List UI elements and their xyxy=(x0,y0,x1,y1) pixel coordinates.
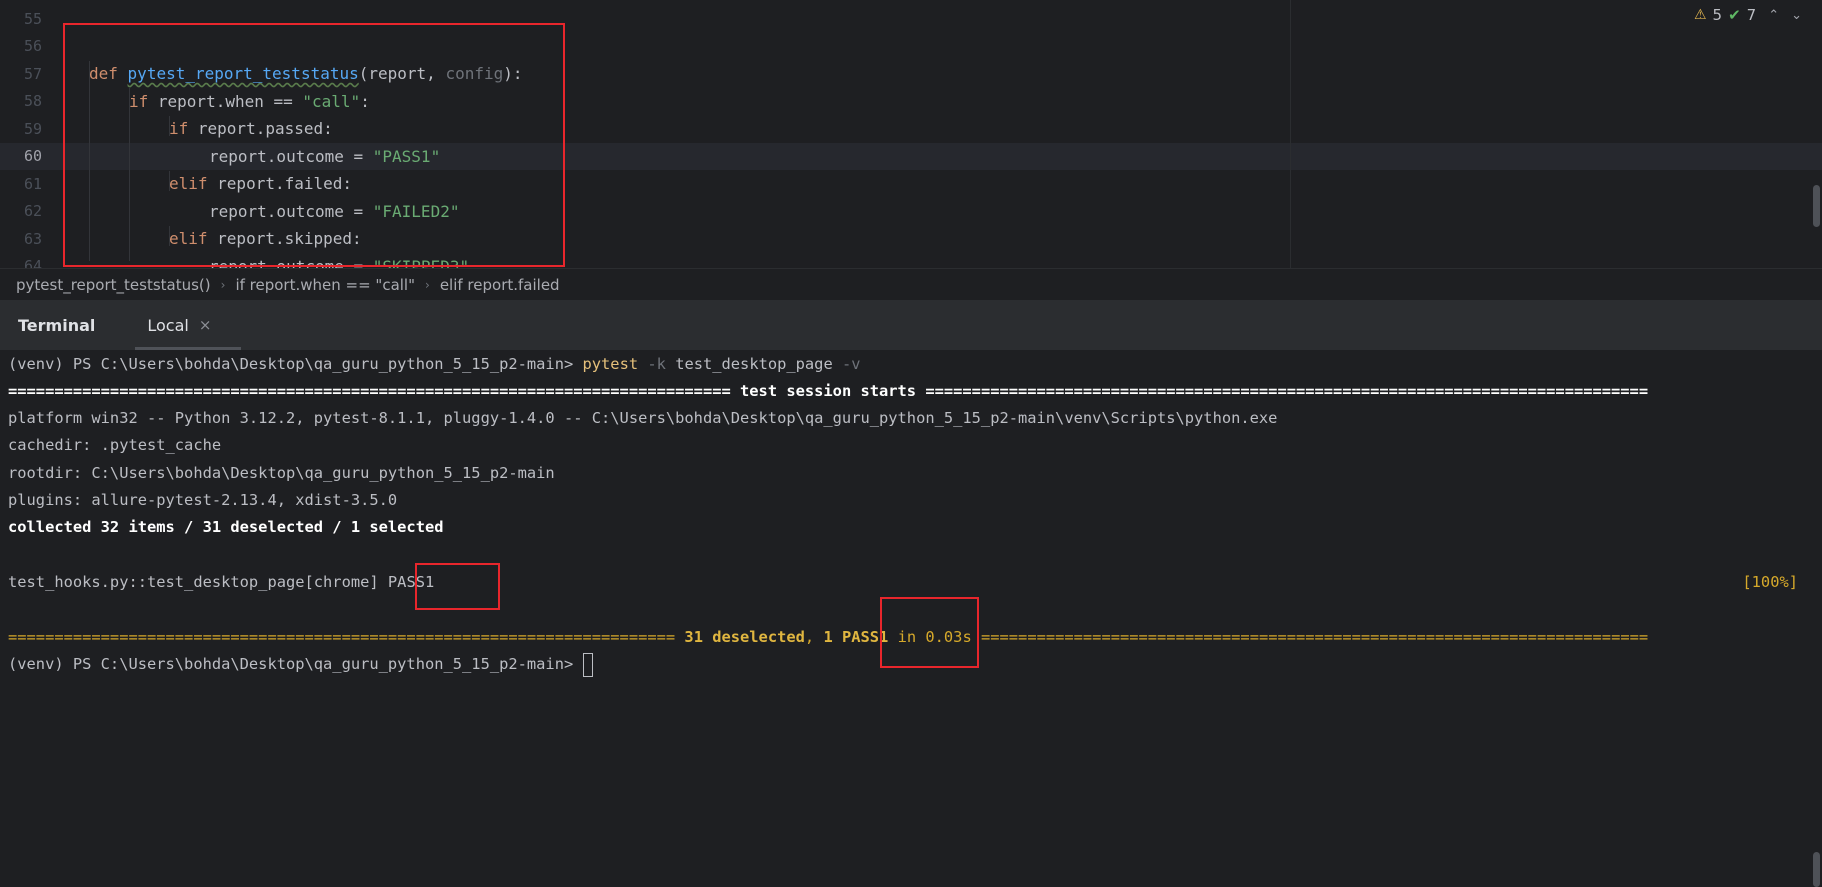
terminal-toolbar: Terminal Local × xyxy=(0,300,1822,350)
check-icon: ✔ xyxy=(1728,6,1741,24)
editor-scrollbar[interactable] xyxy=(1813,185,1820,227)
chevron-down-icon[interactable]: ⌄ xyxy=(1791,8,1802,23)
breadcrumb: pytest_report_teststatus() › if report.w… xyxy=(0,268,1822,300)
summary-deselected: 31 deselected xyxy=(684,628,805,646)
separator: ========================================… xyxy=(8,382,741,400)
chevron-right-icon: › xyxy=(425,277,430,292)
prompt: (venv) PS C:\Users\bohda\Desktop\qa_guru… xyxy=(8,355,583,373)
code-editor[interactable]: 55 56 57 58 59 60 61 62 63 64 def pytest… xyxy=(0,0,1822,268)
text-cursor xyxy=(582,652,593,677)
separator: ========================================… xyxy=(8,628,685,646)
command-flag: -k xyxy=(638,355,666,373)
inspection-widget[interactable]: ⚠ 5 ✔ 7 ⌃ ⌄ xyxy=(1694,6,1802,24)
terminal-scrollbar[interactable] xyxy=(1813,852,1820,887)
collected-line: collected 32 items / 31 deselected / 1 s… xyxy=(8,518,444,536)
test-result-line: test_hooks.py::test_desktop_page[chrome]… xyxy=(8,569,434,596)
warning-icon: ⚠ xyxy=(1693,7,1707,23)
warning-count: 5 xyxy=(1712,6,1723,24)
command-arg: test_desktop_page xyxy=(665,355,833,373)
plugins-line: plugins: allure-pytest-2.13.4, xdist-3.5… xyxy=(8,491,398,509)
chevron-right-icon: › xyxy=(220,277,226,292)
terminal-output[interactable]: (venv) PS C:\Users\bohda\Desktop\qa_guru… xyxy=(0,350,1822,887)
terminal-command-line: (venv) PS C:\Users\bohda\Desktop\qa_guru… xyxy=(8,351,861,378)
line-number: 55 xyxy=(23,10,42,28)
tab-local[interactable]: Local × xyxy=(135,300,242,350)
separator: ========================================… xyxy=(916,382,1649,400)
terminal-prompt-line[interactable]: (venv) PS C:\Users\bohda\Desktop\qa_guru… xyxy=(8,651,593,678)
breadcrumb-item[interactable]: pytest_report_teststatus() xyxy=(16,276,211,294)
separator: ========================================… xyxy=(980,628,1649,646)
session-title: test session starts xyxy=(740,382,917,400)
session-start-line: ========================================… xyxy=(8,378,1648,405)
chevron-up-icon[interactable]: ⌃ xyxy=(1768,8,1779,23)
command: pytest xyxy=(582,355,639,373)
breadcrumb-item[interactable]: if report.when == "call" xyxy=(235,276,415,294)
cachedir-line: cachedir: .pytest_cache xyxy=(8,436,222,454)
platform-line: platform win32 -- Python 3.12.2, pytest-… xyxy=(8,409,1278,427)
prompt: (venv) PS C:\Users\bohda\Desktop\qa_guru… xyxy=(8,655,583,673)
annotation-box-code xyxy=(63,23,565,267)
ok-count: 7 xyxy=(1746,6,1757,24)
tab-label: Local xyxy=(147,315,189,335)
right-margin-guide xyxy=(1290,0,1291,268)
summary-pass: 1 PASS1 xyxy=(823,628,889,646)
breadcrumb-item[interactable]: elif report.failed xyxy=(440,276,560,294)
command-flag: -v xyxy=(832,355,861,373)
rootdir-line: rootdir: C:\Users\bohda\Desktop\qa_guru_… xyxy=(8,464,555,482)
terminal-title: Terminal xyxy=(18,315,96,335)
annotation-box-summary xyxy=(880,597,979,668)
summary-line: ========================================… xyxy=(8,624,1648,651)
progress-percent: [100%] xyxy=(1742,573,1798,591)
test-name: test_hooks.py::test_desktop_page[chrome] xyxy=(8,573,388,591)
annotation-box-result xyxy=(415,563,500,610)
summary-comma: , xyxy=(804,628,824,646)
close-icon[interactable]: × xyxy=(199,316,212,334)
